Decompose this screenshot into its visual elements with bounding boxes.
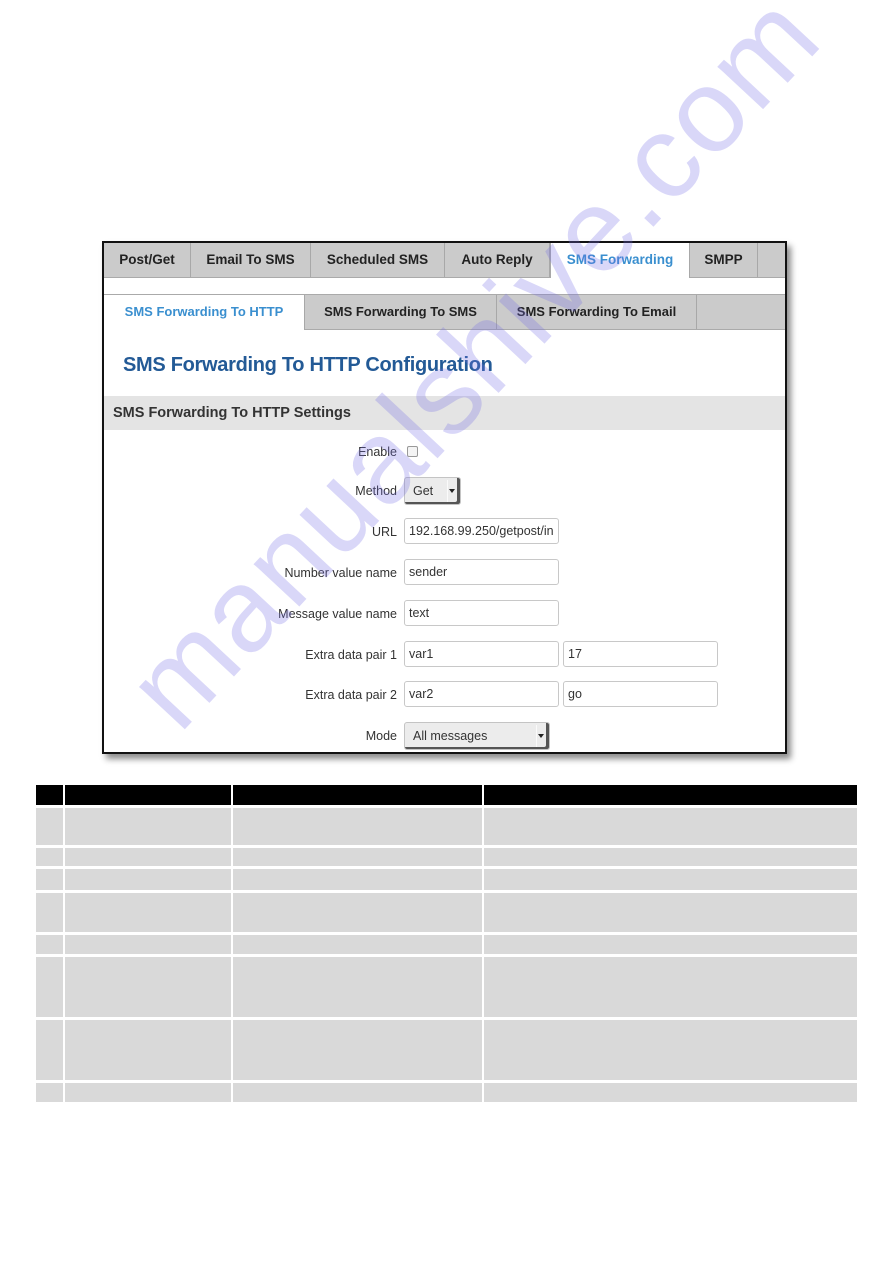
table-cell	[36, 893, 63, 932]
table-cell	[36, 1083, 63, 1102]
dropdown-arrow-icon	[449, 489, 455, 493]
subtab-forwarding-to-email[interactable]: SMS Forwarding To Email	[497, 295, 697, 329]
tab-email-to-sms[interactable]: Email To SMS	[191, 243, 311, 277]
table-cell	[233, 935, 482, 954]
mode-label: Mode	[365, 729, 397, 743]
mode-row: Mode All messages	[104, 722, 785, 752]
table-cell	[65, 808, 231, 845]
tab-smpp[interactable]: SMPP	[690, 243, 758, 277]
extra-pair-1-key-input[interactable]: var1	[404, 641, 559, 667]
message-value-name-row: Message value name text	[104, 600, 785, 630]
method-select[interactable]: Get	[404, 477, 461, 505]
method-row: Method Get	[104, 477, 785, 507]
section-title: SMS Forwarding To HTTP Settings	[113, 405, 351, 421]
tab-scheduled-sms[interactable]: Scheduled SMS	[311, 243, 445, 277]
extra-pair-2-key-input[interactable]: var2	[404, 681, 559, 707]
table-cell	[233, 1020, 482, 1080]
subtab-forwarding-to-http[interactable]: SMS Forwarding To HTTP	[104, 295, 305, 330]
section-header: SMS Forwarding To HTTP Settings	[104, 396, 785, 430]
table-cell	[233, 848, 482, 866]
table-cell	[65, 848, 231, 866]
select-divider	[447, 480, 448, 502]
method-value: Get	[413, 484, 434, 498]
table-cell	[233, 957, 482, 1017]
table-cell	[36, 808, 63, 845]
table-header-cell	[233, 785, 482, 805]
mode-select[interactable]: All messages	[404, 722, 550, 750]
extra-pair-2-value-input[interactable]: go	[563, 681, 718, 707]
table-cell	[36, 1020, 63, 1080]
tab-auto-reply[interactable]: Auto Reply	[445, 243, 550, 277]
tab-post-get[interactable]: Post/Get	[104, 243, 191, 277]
number-value-name-input[interactable]: sender	[404, 559, 559, 585]
enable-label: Enable	[358, 445, 397, 459]
screenshot-window: Post/Get Email To SMS Scheduled SMS Auto…	[102, 241, 787, 754]
message-value-name-label: Message value name	[278, 607, 397, 621]
table-cell	[233, 808, 482, 845]
mode-value: All messages	[413, 729, 488, 743]
number-value-name-row: Number value name sender	[104, 559, 785, 589]
extra-data-pair-2-row: Extra data pair 2 var2 go	[104, 681, 785, 711]
enable-row: Enable	[104, 438, 785, 468]
url-label: URL	[371, 525, 397, 539]
table-cell	[233, 1083, 482, 1102]
subtab-forwarding-to-sms[interactable]: SMS Forwarding To SMS	[305, 295, 497, 329]
table-cell	[36, 869, 63, 890]
table-header-cell	[36, 785, 63, 805]
main-tab-bar: Post/Get Email To SMS Scheduled SMS Auto…	[104, 243, 785, 278]
table-cell	[484, 893, 857, 932]
table-cell	[65, 1083, 231, 1102]
subtab-empty	[697, 295, 785, 329]
select-divider	[536, 725, 537, 747]
enable-checkbox[interactable]	[407, 446, 418, 457]
table-cell	[36, 957, 63, 1017]
table-cell	[65, 869, 231, 890]
message-value-name-input[interactable]: text	[404, 600, 559, 626]
table-cell	[484, 848, 857, 866]
sub-tab-bar: SMS Forwarding To HTTP SMS Forwarding To…	[104, 294, 785, 330]
table-cell	[36, 848, 63, 866]
table-cell	[65, 957, 231, 1017]
dropdown-arrow-icon	[538, 734, 544, 738]
table-cell	[484, 1083, 857, 1102]
table-cell	[484, 869, 857, 890]
tab-empty	[758, 243, 785, 277]
number-value-name-label: Number value name	[284, 566, 397, 580]
table-cell	[65, 1020, 231, 1080]
table-cell	[65, 935, 231, 954]
extra-data-pair-1-label: Extra data pair 1	[305, 648, 397, 662]
table-cell	[484, 808, 857, 845]
table-cell	[484, 957, 857, 1017]
extra-pair-1-value-input[interactable]: 17	[563, 641, 718, 667]
table-header-cell	[484, 785, 857, 805]
table-cell	[233, 869, 482, 890]
table-cell	[65, 893, 231, 932]
extra-data-pair-2-label: Extra data pair 2	[305, 688, 397, 702]
table-header-cell	[65, 785, 231, 805]
page-title: SMS Forwarding To HTTP Configuration	[123, 354, 493, 376]
url-row: URL 192.168.99.250/getpost/in	[104, 518, 785, 548]
extra-data-pair-1-row: Extra data pair 1 var1 17	[104, 641, 785, 671]
tab-sms-forwarding[interactable]: SMS Forwarding	[550, 243, 690, 278]
url-input[interactable]: 192.168.99.250/getpost/in	[404, 518, 559, 544]
table-cell	[233, 893, 482, 932]
table-cell	[484, 1020, 857, 1080]
method-label: Method	[355, 484, 397, 498]
table-cell	[36, 935, 63, 954]
table-cell	[484, 935, 857, 954]
